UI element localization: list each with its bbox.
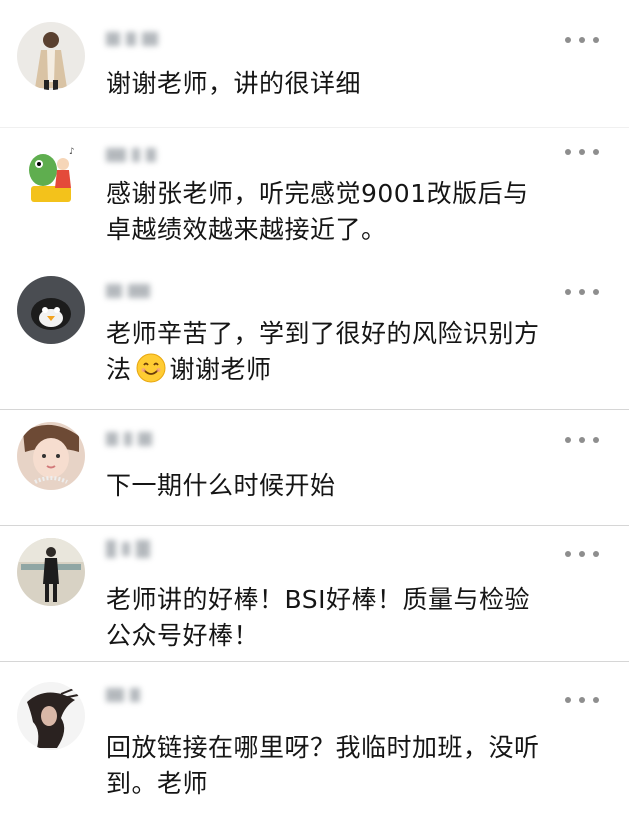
comment-line-part: 法 [106, 355, 132, 384]
author-name-blurred [106, 430, 152, 448]
more-options-button[interactable] [565, 35, 599, 45]
avatar-woman-hair-icon[interactable] [17, 682, 85, 750]
comment-item: 回放链接在哪里呀？我临时加班，没听 到。老师 [0, 662, 629, 823]
comment-text: 感谢张老师，听完感觉9001改版后与 卓越绩效越来越接近了。 [106, 176, 606, 248]
avatar-penguin-icon[interactable] [17, 276, 85, 344]
comment-line: 公众号好棒！ [106, 621, 260, 650]
more-options-button[interactable] [565, 147, 599, 157]
author-name-blurred [106, 686, 140, 704]
comment-text: 回放链接在哪里呀？我临时加班，没听 到。老师 [106, 730, 606, 802]
more-dots-icon [565, 149, 571, 155]
svg-text:♪: ♪ [69, 147, 75, 157]
comment-line-part: 谢谢老师 [169, 355, 272, 384]
more-dots-icon [565, 37, 571, 43]
author-name-blurred [106, 282, 150, 300]
avatar-woman-standing-icon[interactable] [17, 538, 85, 606]
comment-text: 下一期什么时候开始 [106, 468, 606, 504]
comment-line: 下一期什么时候开始 [106, 471, 336, 500]
more-options-button[interactable] [565, 549, 599, 559]
comment-line: 法 谢谢老师 [106, 352, 606, 388]
author-name-blurred [106, 540, 150, 558]
comment-line: 卓越绩效越来越接近了。 [106, 215, 387, 244]
comment-line: 老师辛苦了，学到了很好的风险识别方 [106, 319, 540, 348]
author-name-blurred [106, 146, 156, 164]
avatar-cartoon-icon[interactable]: ♪ [17, 140, 85, 208]
comment-line: 老师讲的好棒！BSI好棒！质量与检验 [106, 585, 530, 614]
comment-item: ♪ 感谢张老师，听完感觉9001改版后与 卓越绩效越来越接近了。 [0, 128, 629, 266]
more-dots-icon [565, 289, 571, 295]
author-name-blurred [106, 30, 158, 48]
more-options-button[interactable] [565, 695, 599, 705]
comment-text: 老师辛苦了，学到了很好的风险识别方 法 谢谢老师 [106, 316, 606, 388]
comment-item: 老师辛苦了，学到了很好的风险识别方 法 谢谢老师 [0, 266, 629, 410]
comment-feed: 谢谢老师，讲的很详细 ♪ 感谢张老师，听完感觉9001改版后与 卓越绩效越来越接… [0, 0, 629, 823]
more-options-button[interactable] [565, 435, 599, 445]
comment-line: 回放链接在哪里呀？我临时加班，没听 [106, 733, 540, 762]
more-dots-icon [565, 697, 571, 703]
comment-line: 到。老师 [106, 769, 209, 798]
smiling-face-emoji-icon [136, 353, 166, 383]
comment-item: 老师讲的好棒！BSI好棒！质量与检验 公众号好棒！ [0, 526, 629, 662]
comment-line: 谢谢老师，讲的很详细 [106, 69, 362, 98]
comment-text: 谢谢老师，讲的很详细 [106, 66, 606, 102]
comment-item: 下一期什么时候开始 [0, 410, 629, 526]
avatar-girl-face-icon[interactable] [17, 422, 85, 490]
more-dots-icon [565, 437, 571, 443]
more-dots-icon [565, 551, 571, 557]
comment-item: 谢谢老师，讲的很详细 [0, 0, 629, 128]
comment-line: 感谢张老师，听完感觉9001改版后与 [106, 179, 529, 208]
comment-text: 老师讲的好棒！BSI好棒！质量与检验 公众号好棒！ [106, 582, 606, 654]
more-options-button[interactable] [565, 287, 599, 297]
avatar-woman-coat-icon[interactable] [17, 22, 85, 90]
